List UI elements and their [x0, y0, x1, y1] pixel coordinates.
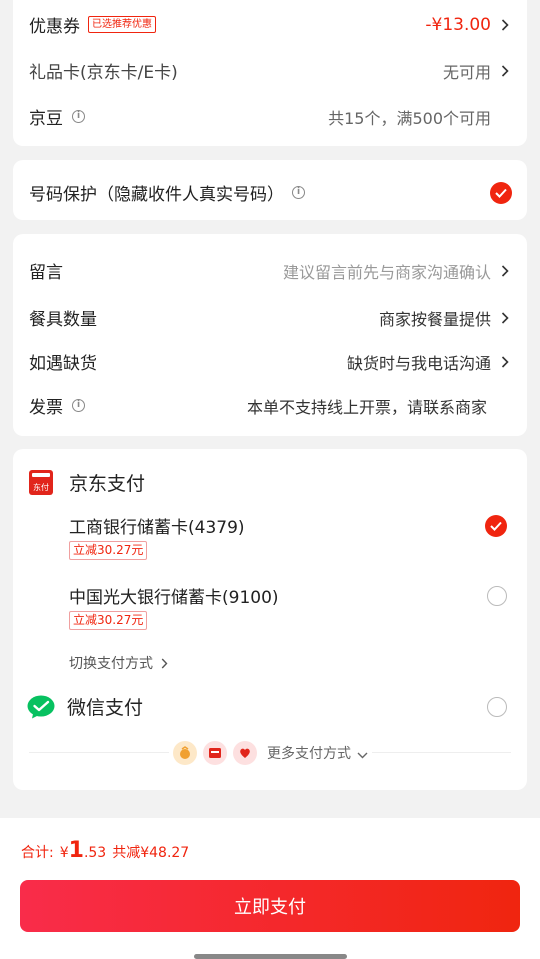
invoice-label: 发票 — [29, 398, 63, 418]
total-summary: 合计: ¥ 1 .53 共减¥48.27 — [21, 838, 189, 863]
chevron-right-icon — [491, 355, 509, 368]
info-icon[interactable]: i — [72, 399, 85, 412]
payment-card: 东付 京东支付 工商银行储蓄卡(4379) 立减30.27元 中国光大银行储蓄卡… — [13, 449, 527, 790]
invoice-row: 发票 i 本单不支持线上开票，请联系商家 — [29, 393, 509, 419]
switch-payment-link[interactable]: 切换支付方式 — [69, 653, 509, 673]
privacy-label: 号码保护（隐藏收件人真实号码） — [29, 185, 284, 205]
giftcard-value: 无可用 — [442, 62, 491, 82]
unselected-radio[interactable] — [487, 585, 507, 606]
info-icon[interactable]: i — [72, 110, 85, 123]
unionpay-icon — [203, 741, 227, 765]
jd-pay-icon: 东付 — [29, 470, 53, 495]
discount-card: 优惠券 已选推荐优惠 -¥13.00 礼品卡(京东卡/E卡) 无可用 京豆 i … — [13, 0, 527, 146]
giftcard-row[interactable]: 礼品卡(京东卡/E卡) 无可用 — [29, 58, 509, 83]
discount-badge: 立减30.27元 — [69, 541, 148, 560]
info-icon[interactable]: i — [292, 186, 305, 199]
wechat-pay-option[interactable]: 微信支付 — [27, 693, 507, 720]
switch-payment-label: 切换支付方式 — [69, 656, 153, 672]
message-row[interactable]: 留言 建议留言前先与商家沟通确认 — [29, 258, 509, 283]
jingdou-label: 京豆 — [29, 109, 63, 129]
more-payment-label: 更多支付方式 — [267, 746, 351, 762]
message-label: 留言 — [29, 263, 63, 283]
checkout-footer: 合计: ¥ 1 .53 共减¥48.27 立即支付 — [0, 818, 540, 959]
privacy-check-icon[interactable] — [490, 181, 512, 204]
outofstock-label: 如遇缺货 — [29, 354, 97, 374]
jd-baitiao-icon — [173, 741, 197, 765]
tableware-value: 商家按餐量提供 — [378, 309, 491, 329]
bank-card-discount-row: 立减30.27元 — [69, 611, 509, 630]
discount-badge: 立减30.27元 — [69, 611, 148, 630]
coupon-value: -¥13.00 — [425, 14, 491, 35]
bank-card-option-2[interactable]: 中国光大银行储蓄卡(9100) — [69, 583, 507, 608]
currency-symbol: ¥ — [59, 845, 69, 861]
message-input[interactable]: 建议留言前先与商家沟通确认 — [283, 259, 491, 283]
jingdou-row: 京豆 i 共15个，满500个可用 — [29, 104, 509, 130]
bank-card-discount-row: 立减30.27元 — [69, 541, 509, 560]
total-label: 合计: — [21, 845, 54, 861]
pay-now-button[interactable]: 立即支付 — [20, 880, 520, 932]
jd-credit-icon — [233, 741, 257, 765]
outofstock-value: 缺货时与我电话沟通 — [346, 353, 491, 373]
bank-card-name: 工商银行储蓄卡(4379) — [69, 518, 245, 538]
giftcard-label: 礼品卡(京东卡/E卡) — [29, 63, 178, 83]
privacy-row[interactable]: 号码保护（隐藏收件人真实号码） i — [29, 180, 512, 205]
tableware-row[interactable]: 餐具数量 商家按餐量提供 — [29, 305, 509, 330]
coupon-label: 优惠券 — [29, 17, 80, 37]
home-indicator[interactable] — [194, 954, 347, 959]
jingdou-value: 共15个，满500个可用 — [328, 108, 491, 128]
tableware-label: 餐具数量 — [29, 310, 97, 330]
jd-pay-header: 东付 京东支付 — [29, 469, 509, 496]
wechat-icon — [27, 695, 55, 719]
coupon-tag: 已选推荐优惠 — [88, 16, 156, 33]
total-amount-int: 1 — [68, 838, 84, 863]
chevron-right-icon — [491, 311, 509, 324]
order-options-card: 留言 建议留言前先与商家沟通确认 餐具数量 商家按餐量提供 如遇缺货 缺货时与我… — [13, 234, 527, 436]
selected-check-icon[interactable] — [485, 514, 507, 537]
chevron-right-icon — [491, 264, 509, 277]
invoice-value: 本单不支持线上开票，请联系商家 — [246, 397, 487, 417]
bank-card-option-1[interactable]: 工商银行储蓄卡(4379) — [69, 513, 507, 538]
outofstock-row[interactable]: 如遇缺货 缺货时与我电话沟通 — [29, 349, 509, 374]
privacy-card: 号码保护（隐藏收件人真实号码） i — [13, 160, 527, 220]
total-amount-dec: .53 — [83, 845, 107, 861]
chevron-right-icon — [161, 654, 168, 673]
unselected-radio[interactable] — [487, 696, 507, 717]
bank-card-name: 中国光大银行储蓄卡(9100) — [69, 588, 279, 608]
more-payment-button[interactable]: 更多支付方式 — [169, 740, 372, 766]
wechat-pay-label: 微信支付 — [67, 697, 144, 719]
jd-pay-label: 京东支付 — [69, 473, 146, 495]
coupon-row[interactable]: 优惠券 已选推荐优惠 -¥13.00 — [29, 12, 509, 37]
chevron-down-icon — [357, 744, 368, 763]
chevron-right-icon — [491, 64, 509, 77]
saved-amount: 共减¥48.27 — [112, 845, 190, 861]
chevron-right-icon — [491, 18, 509, 31]
